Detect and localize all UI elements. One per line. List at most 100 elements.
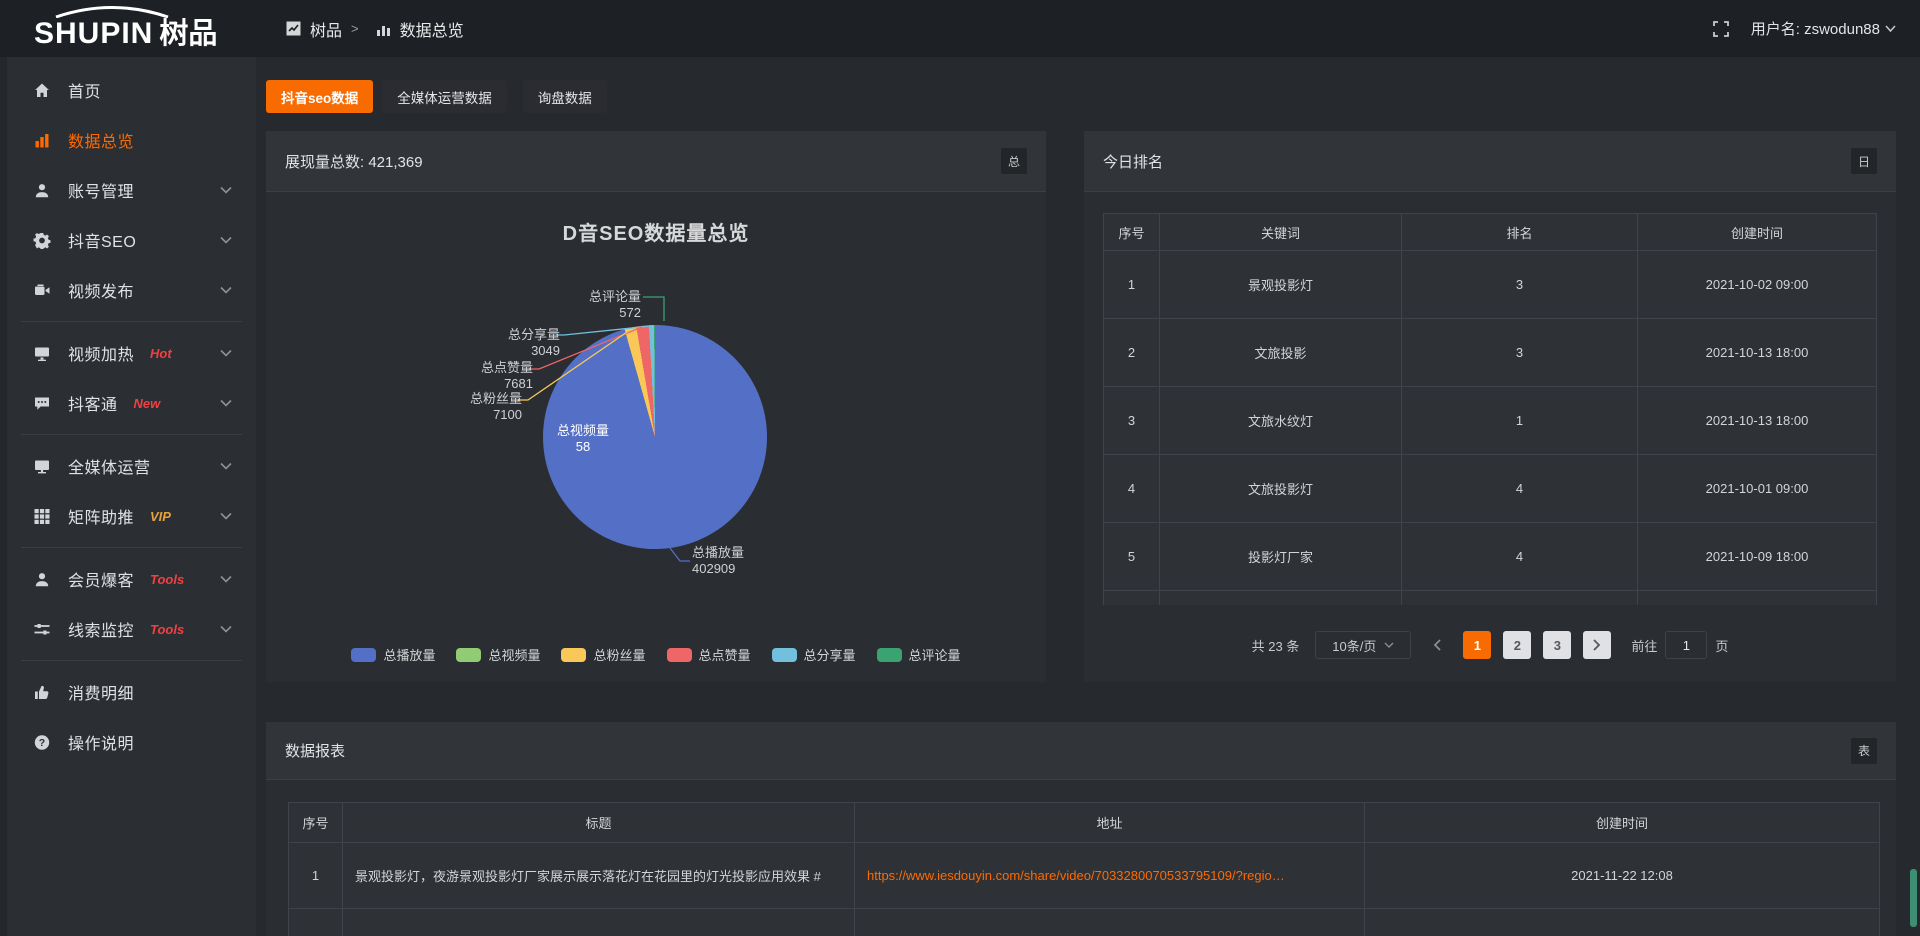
tools-badge: Tools (150, 622, 184, 637)
day-view-button[interactable]: 日 (1851, 148, 1877, 174)
page-size-select[interactable]: 10条/页 (1315, 631, 1411, 659)
sidebar-item-consumption[interactable]: 消费明细 (7, 667, 256, 717)
sidebar: SHUPIN 树品 首页 数据总览 账号管理 (0, 0, 256, 936)
tools-badge: Tools (150, 572, 184, 587)
new-badge: New (134, 396, 161, 411)
chevron-down-icon (1885, 25, 1896, 32)
table-row: 2文旅投影32021-10-13 18:00 (1104, 319, 1877, 387)
sidebar-item-label: 抖客通 (68, 391, 118, 415)
table-row-clipped (1104, 591, 1877, 605)
sidebar-item-video-publish[interactable]: 视频发布 (7, 265, 256, 315)
page-button-1[interactable]: 1 (1463, 631, 1491, 659)
breadcrumb-root[interactable]: 树品 (310, 17, 342, 41)
legend-swatch (456, 648, 481, 662)
sliders-icon (33, 620, 53, 638)
legend-item-videos[interactable]: 总视频量 (456, 645, 540, 664)
tab-douyin-seo-data[interactable]: 抖音seo数据 (266, 80, 373, 113)
sidebar-item-label: 矩阵助推 (68, 504, 134, 528)
video-url-link[interactable]: https://www.iesdouyin.com/share/video/70… (867, 868, 1285, 883)
table-row: 4文旅投影灯42021-10-01 09:00 (1104, 455, 1877, 523)
breadcrumb: 树品 > 数据总览 (286, 0, 464, 57)
report-card-header: 数据报表 表 (266, 722, 1896, 780)
sidebar-menu: 首页 数据总览 账号管理 抖音SEO (7, 65, 256, 767)
home-icon (33, 81, 53, 99)
legend-swatch (351, 648, 376, 662)
sidebar-item-label: 会员爆客 (68, 567, 134, 591)
sidebar-item-matrix-boost[interactable]: 矩阵助推 VIP (7, 491, 256, 541)
breadcrumb-current: 数据总览 (400, 17, 464, 41)
sidebar-divider (21, 434, 242, 435)
sidebar-item-label: 抖音SEO (68, 228, 136, 252)
chevron-down-icon (220, 349, 232, 357)
table-view-button[interactable]: 表 (1851, 738, 1877, 764)
topbar: 树品 > 数据总览 用户名: zswodun88 (0, 0, 1920, 57)
impressions-total-stat: 展现量总数: 421,369 (285, 151, 423, 172)
sidebar-item-doketong[interactable]: 抖客通 New (7, 378, 256, 428)
sidebar-item-douyin-seo[interactable]: 抖音SEO (7, 215, 256, 265)
sidebar-item-label: 首页 (68, 78, 101, 102)
legend-item-likes[interactable]: 总点赞量 (667, 645, 751, 664)
table-row-clipped (289, 909, 1880, 936)
pie-label-likes: 总点赞量7681 (465, 360, 533, 392)
logo-text-en: SHUPIN (34, 19, 153, 49)
sidebar-item-omnimedia[interactable]: 全媒体运营 (7, 441, 256, 491)
chevron-down-icon (220, 462, 232, 470)
sidebar-item-data-overview[interactable]: 数据总览 (7, 115, 256, 165)
legend-item-shares[interactable]: 总分享量 (772, 645, 856, 664)
page-button-2[interactable]: 2 (1503, 631, 1531, 659)
today-rank-card: 今日排名 日 序号 关键词 排名 创建时间 1景观投影灯32021-10-02 … (1084, 131, 1896, 682)
next-page-button[interactable] (1583, 631, 1611, 659)
line-chart-mini-icon (286, 21, 301, 36)
gear-icon (33, 231, 53, 249)
vip-badge: VIP (150, 509, 171, 524)
pie-label-shares: 总分享量3049 (492, 327, 560, 359)
page-button-3[interactable]: 3 (1543, 631, 1571, 659)
report-table: 序号 标题 地址 创建时间 1 景观投影灯，夜游景观投影灯厂家展示展示落花灯在花… (288, 802, 1880, 936)
chart-legend: 总播放量 总视频量 总粉丝量 总点赞量 总分享量 总评论量 (266, 645, 1046, 664)
chevron-down-icon (220, 286, 232, 294)
user-menu[interactable]: 用户名: zswodun88 (1751, 18, 1896, 39)
video-title-cell: 景观投影灯，夜游景观投影灯厂家展示展示落花灯在花园里的灯光投影应用效果 # (343, 843, 855, 909)
pie-label-videos: 总视频量58 (555, 423, 611, 455)
sidebar-scroll-gutter[interactable] (0, 57, 7, 936)
chevron-left-icon (1433, 639, 1441, 651)
legend-item-comments[interactable]: 总评论量 (877, 645, 961, 664)
sidebar-item-member-burst[interactable]: 会员爆客 Tools (7, 554, 256, 604)
video-publish-icon (33, 281, 53, 299)
legend-item-plays[interactable]: 总播放量 (351, 645, 435, 664)
table-row: 5投影灯厂家42021-10-09 18:00 (1104, 523, 1877, 591)
tab-inquiry-data[interactable]: 询盘数据 (523, 80, 607, 113)
logo-text-cn: 树品 (159, 19, 217, 49)
sidebar-divider (21, 660, 242, 661)
sidebar-item-home[interactable]: 首页 (7, 65, 256, 115)
sidebar-item-label: 数据总览 (68, 128, 134, 152)
user-icon (33, 181, 53, 199)
sidebar-item-instructions[interactable]: ? 操作说明 (7, 717, 256, 767)
sidebar-divider (21, 321, 242, 322)
sidebar-item-video-heat[interactable]: 视频加热 Hot (7, 328, 256, 378)
sidebar-item-label: 操作说明 (68, 730, 134, 754)
goto-label: 前往 (1631, 636, 1657, 655)
fullscreen-icon[interactable] (1713, 21, 1729, 37)
tab-omnimedia-data[interactable]: 全媒体运营数据 (382, 80, 507, 113)
chevron-down-icon (220, 399, 232, 407)
table-row: 1 景观投影灯，夜游景观投影灯厂家展示展示落花灯在花园里的灯光投影应用效果 # … (289, 843, 1880, 909)
chevron-down-icon (220, 575, 232, 583)
bar-chart-mini-icon (376, 22, 391, 36)
created-time-cell: 2021-11-22 12:08 (1365, 843, 1880, 909)
username-label: 用户名: zswodun88 (1751, 18, 1880, 39)
page-scrollbar-thumb[interactable] (1910, 869, 1917, 927)
sidebar-item-account[interactable]: 账号管理 (7, 165, 256, 215)
pie-label-fans: 总粉丝量7100 (454, 391, 522, 423)
prev-page-button[interactable] (1423, 631, 1451, 659)
monitor-icon (33, 457, 53, 475)
total-view-button[interactable]: 总 (1001, 148, 1027, 174)
sidebar-item-label: 线索监控 (68, 617, 134, 641)
goto-page-input[interactable] (1665, 631, 1707, 659)
chart-card-header: 展现量总数: 421,369 总 (266, 131, 1046, 192)
data-report-card: 数据报表 表 序号 标题 地址 创建时间 1 景观投影灯，夜游景观投影灯厂家展示… (266, 722, 1896, 936)
bar-chart-icon (33, 131, 53, 149)
breadcrumb-separator: > (351, 21, 359, 36)
legend-item-fans[interactable]: 总粉丝量 (561, 645, 645, 664)
sidebar-item-lead-monitor[interactable]: 线索监控 Tools (7, 604, 256, 654)
